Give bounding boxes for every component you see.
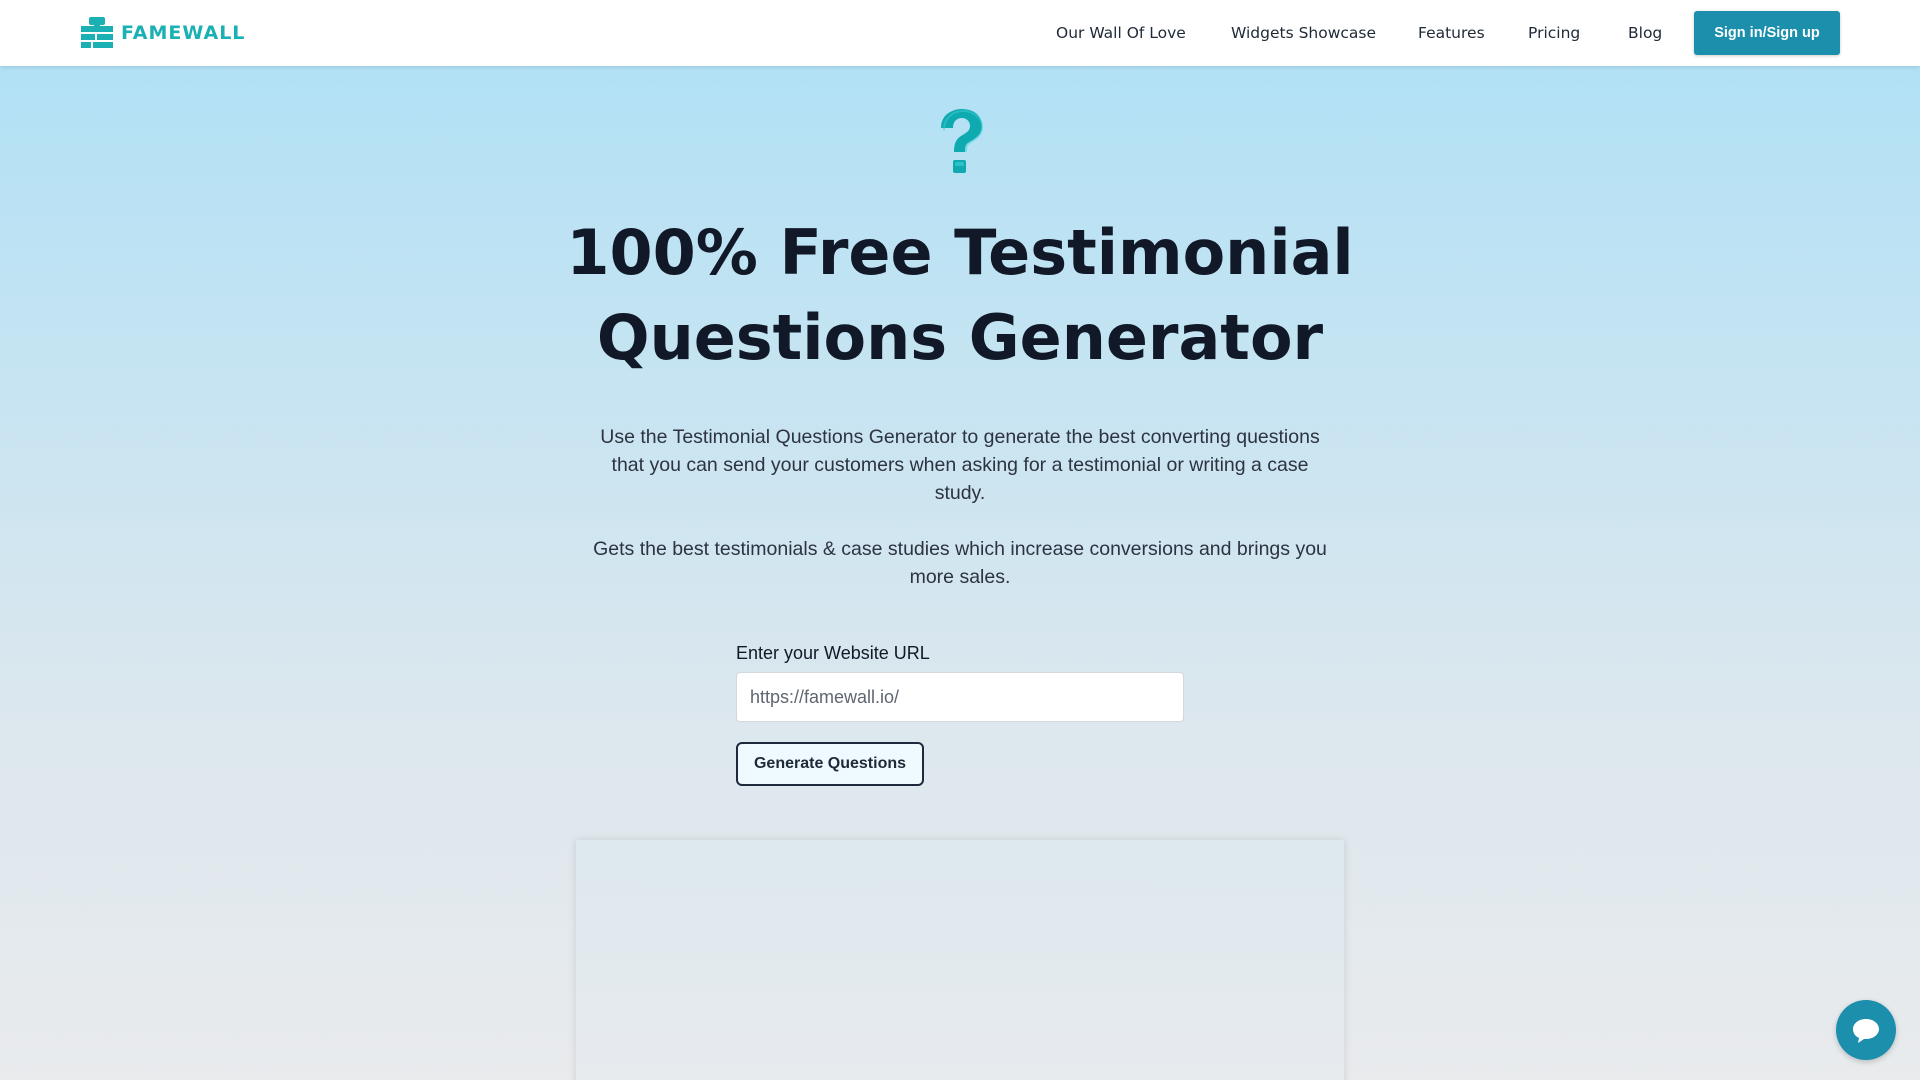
title-line-1: 100% Free Testimonial: [566, 216, 1354, 289]
hero-description-2: Gets the best testimonials & case studie…: [593, 538, 1327, 588]
url-field-label: Enter your Website URL: [736, 643, 930, 663]
trophy-wall-icon: [81, 17, 113, 48]
famewall-logo[interactable]: FAMEWALL: [79, 16, 245, 50]
chat-widget-button[interactable]: [1836, 1000, 1896, 1060]
signin-button[interactable]: Sign in/Sign up: [1694, 11, 1840, 55]
question-mark-icon: [941, 109, 984, 173]
questions-result-card: [576, 840, 1344, 1080]
nav-item-wall-of-love[interactable]: Our Wall Of Love: [1056, 24, 1186, 42]
nav-item-widgets-showcase[interactable]: Widgets Showcase: [1231, 24, 1376, 42]
website-url-input[interactable]: [736, 672, 1184, 722]
logo-wordmark: FAMEWALL: [121, 22, 246, 44]
generate-questions-button[interactable]: Generate Questions: [736, 742, 924, 786]
nav-item-blog[interactable]: Blog: [1628, 24, 1662, 42]
title-line-2: Questions Generator: [596, 301, 1324, 374]
site-header: FAMEWALL Our Wall Of Love Widgets Showca…: [0, 0, 1920, 66]
chat-bubble-icon: [1853, 1019, 1879, 1043]
page-title: 100% Free Testimonial Questions Generato…: [460, 210, 1460, 380]
nav-item-features[interactable]: Features: [1418, 24, 1485, 42]
hero-description-1: Use the Testimonial Questions Generator …: [600, 426, 1320, 504]
nav-item-pricing[interactable]: Pricing: [1528, 24, 1580, 42]
